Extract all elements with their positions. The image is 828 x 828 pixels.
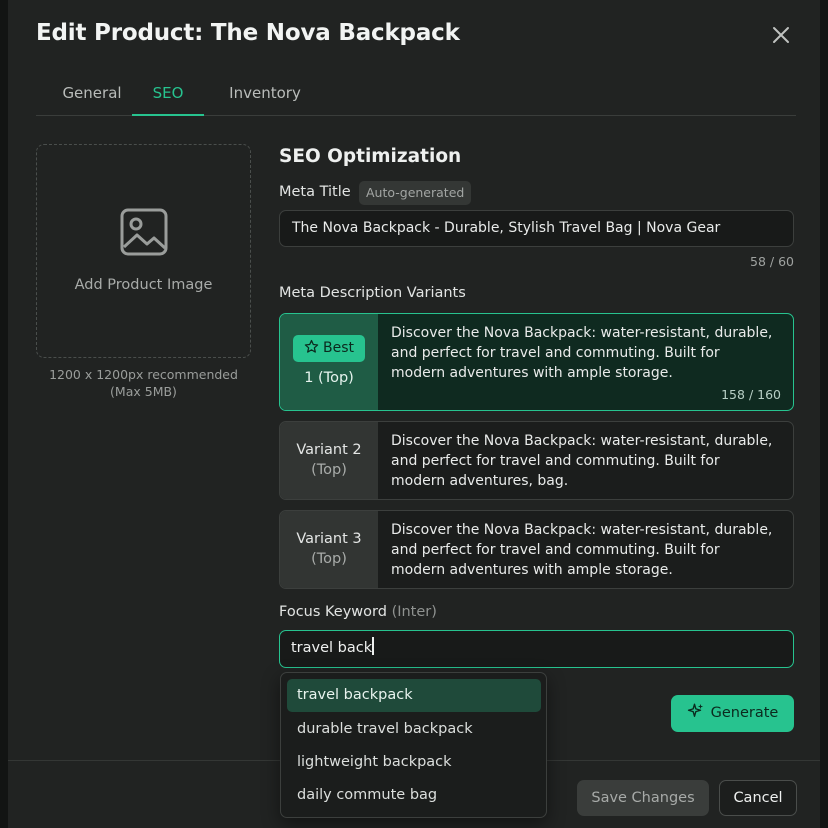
variant-text-line: modern adventures with ample storage. — [391, 562, 673, 578]
suggestion-item[interactable]: daily commute bag — [287, 779, 541, 812]
variant-text-line: modern adventures with ample storage. — [391, 365, 673, 381]
variant-description: Discover the Nova Backpack: water-resist… — [391, 520, 787, 580]
keyword-suggestions-dropdown: travel backpack durable travel backpack … — [280, 672, 547, 818]
generate-label: Generate — [710, 705, 779, 721]
meta-variant-2[interactable]: Variant 2 (Top) Discover the Nova Backpa… — [279, 421, 794, 500]
backdrop-left — [0, 0, 8, 828]
meta-title-counter: 58 / 60 — [750, 254, 794, 269]
best-badge: Best — [293, 335, 365, 362]
variant-description: Discover the Nova Backpack: water-resist… — [391, 431, 787, 491]
variant-counter: 158 / 160 — [721, 387, 781, 402]
edit-product-modal: Edit Product: The Nova Backpack General … — [8, 0, 820, 828]
variant-text-line: Discover the Nova Backpack: water-resist… — [391, 433, 773, 449]
image-icon — [120, 208, 168, 256]
meta-description-label: Meta Description Variants — [279, 285, 466, 301]
section-title: SEO Optimization — [279, 146, 462, 167]
cancel-button[interactable]: Cancel — [719, 780, 797, 816]
meta-variant-1[interactable]: Best 1 (Top) Discover the Nova Backpack:… — [279, 313, 794, 411]
meta-variant-3[interactable]: Variant 3 (Top) Discover the Nova Backpa… — [279, 510, 794, 589]
variant-label: Variant 3 — [296, 531, 362, 547]
save-changes-button[interactable]: Save Changes — [577, 780, 709, 816]
auto-generated-badge: Auto-generated — [359, 181, 472, 205]
focus-keyword-label: Focus Keyword (Inter) — [279, 604, 437, 620]
focus-keyword-label-text: Focus Keyword — [279, 604, 387, 620]
meta-title-input[interactable]: The Nova Backpack - Durable, Stylish Tra… — [279, 210, 794, 247]
variant-text-line: and perfect for travel and commuting. Bu… — [391, 542, 720, 558]
suggestion-item[interactable]: travel backpack — [287, 679, 541, 712]
generate-button[interactable]: Generate — [671, 695, 794, 732]
tab-seo[interactable]: SEO — [132, 70, 204, 116]
best-badge-label: Best — [322, 340, 354, 356]
close-button[interactable] — [768, 22, 794, 48]
product-image-dropzone[interactable]: Add Product Image — [36, 144, 251, 358]
close-icon — [773, 27, 789, 43]
star-icon — [304, 339, 319, 353]
variant-rank: (Top) — [311, 551, 347, 567]
meta-title-label: Meta Title — [279, 184, 351, 200]
text-caret — [372, 637, 374, 655]
variant-text-line: Discover the Nova Backpack: water-resist… — [391, 522, 773, 538]
variant-text-line: Discover the Nova Backpack: water-resist… — [391, 325, 773, 341]
variant-description: Discover the Nova Backpack: water-resist… — [391, 323, 787, 383]
tab-bar: General SEO Inventory — [36, 70, 796, 116]
image-hint-max: (Max 5MB) — [110, 384, 177, 399]
image-hint-size: 1200 x 1200px recommended — [49, 367, 238, 382]
image-upload-hint: 1200 x 1200px recommended (Max 5MB) — [36, 366, 251, 400]
focus-keyword-hint: (Inter) — [391, 604, 437, 620]
image-upload-label: Add Product Image — [74, 277, 213, 293]
variant-side: Best 1 (Top) — [280, 314, 378, 410]
variant-side: Variant 3 (Top) — [280, 511, 378, 588]
modal-title: Edit Product: The Nova Backpack — [36, 20, 460, 46]
variant-text-line: modern adventures, bag. — [391, 473, 569, 489]
variant-label: Variant 2 — [296, 442, 362, 458]
tab-inventory[interactable]: Inventory — [216, 70, 314, 116]
variant-side: Variant 2 (Top) — [280, 422, 378, 499]
suggestion-item[interactable]: lightweight backpack — [287, 746, 541, 779]
suggestion-item[interactable]: durable travel backpack — [287, 713, 541, 746]
sparkle-icon — [687, 703, 703, 717]
variant-rank: 1 (Top) — [304, 370, 354, 386]
focus-keyword-input[interactable]: travel back — [279, 630, 794, 668]
variant-rank: (Top) — [311, 462, 347, 478]
focus-keyword-value: travel back — [291, 640, 373, 656]
variant-text-line: and perfect for travel and commuting. Bu… — [391, 453, 720, 469]
variant-text-line: and perfect for travel and commuting. Bu… — [391, 345, 720, 361]
backdrop-right — [820, 0, 828, 828]
